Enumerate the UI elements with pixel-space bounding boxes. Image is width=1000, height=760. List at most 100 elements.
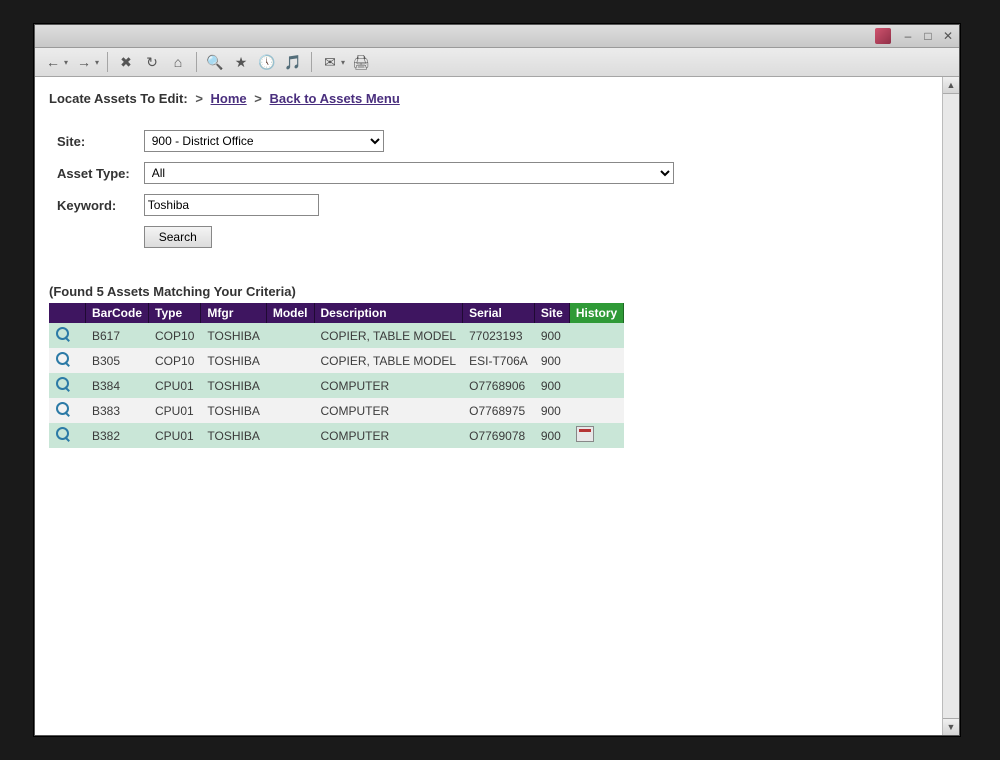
header-site: Site: [534, 303, 569, 323]
cell-site: 900: [534, 323, 569, 348]
cell-serial: O7769078: [463, 423, 535, 448]
cell-mfgr: TOSHIBA: [201, 348, 266, 373]
view-icon[interactable]: [55, 426, 71, 442]
window-controls: – □ ✕: [875, 28, 955, 44]
back-dropdown-icon[interactable]: ▾: [64, 58, 68, 67]
cell-serial: ESI-T706A: [463, 348, 535, 373]
maximize-button[interactable]: □: [921, 29, 935, 43]
table-row: B384CPU01TOSHIBA COMPUTERO7768906900: [49, 373, 624, 398]
window-titlebar: – □ ✕: [35, 25, 959, 48]
cell-mfgr: TOSHIBA: [201, 373, 266, 398]
cell-history: [569, 398, 623, 423]
cell-type: CPU01: [149, 398, 201, 423]
refresh-icon[interactable]: ↻: [140, 50, 164, 74]
cell-model: [266, 398, 314, 423]
media-icon[interactable]: 🎵: [281, 50, 305, 74]
cell-history: [569, 348, 623, 373]
toolbar-separator: [107, 52, 108, 72]
cell-model: [266, 373, 314, 398]
cell-description: COMPUTER: [314, 373, 463, 398]
toolbar-separator: [311, 52, 312, 72]
cell-history: [569, 423, 623, 448]
header-serial: Serial: [463, 303, 535, 323]
stop-icon[interactable]: ✖: [114, 50, 138, 74]
cell-mfgr: TOSHIBA: [201, 398, 266, 423]
cell-type: COP10: [149, 323, 201, 348]
header-model: Model: [266, 303, 314, 323]
view-icon[interactable]: [55, 326, 71, 342]
header-history: History: [569, 303, 623, 323]
cell-barcode: B617: [86, 323, 149, 348]
close-button[interactable]: ✕: [941, 29, 955, 43]
favorites-icon[interactable]: ★: [229, 50, 253, 74]
header-type: Type: [149, 303, 201, 323]
table-row: B305COP10TOSHIBA COPIER, TABLE MODELESI-T…: [49, 348, 624, 373]
browser-window: – □ ✕ ← ▾ → ▾ ✖ ↻ ⌂ 🔍 ★ 🕔 🎵 ✉ ▾ 🖨 ▲ ▼ Lo…: [34, 24, 960, 736]
table-row: B382CPU01TOSHIBA COMPUTERO7769078900: [49, 423, 624, 448]
search-button[interactable]: Search: [144, 226, 212, 248]
cell-history: [569, 373, 623, 398]
content-area: Locate Assets To Edit: > Home > Back to …: [35, 77, 959, 735]
results-table: BarCode Type Mfgr Model Description Seri…: [49, 303, 624, 448]
cell-serial: O7768975: [463, 398, 535, 423]
results-heading: (Found 5 Assets Matching Your Criteria): [49, 284, 945, 299]
cell-mfgr: TOSHIBA: [201, 323, 266, 348]
cell-type: CPU01: [149, 373, 201, 398]
breadcrumb: Locate Assets To Edit: > Home > Back to …: [49, 91, 945, 106]
search-icon[interactable]: 🔍: [203, 50, 227, 74]
history-icon[interactable]: [576, 426, 594, 442]
site-select[interactable]: 900 - District Office: [144, 130, 384, 152]
cell-mfgr: TOSHIBA: [201, 423, 266, 448]
back-icon[interactable]: ←: [41, 50, 65, 74]
breadcrumb-prefix: Locate Assets To Edit:: [49, 91, 188, 106]
cell-description: COMPUTER: [314, 398, 463, 423]
results-header-row: BarCode Type Mfgr Model Description Seri…: [49, 303, 624, 323]
table-row: B383CPU01TOSHIBA COMPUTERO7768975900: [49, 398, 624, 423]
forward-icon[interactable]: →: [72, 50, 96, 74]
view-icon[interactable]: [55, 376, 71, 392]
cell-type: COP10: [149, 348, 201, 373]
table-row: B617COP10TOSHIBACOPIER, TABLE MODEL77023…: [49, 323, 624, 348]
cell-serial: O7768906: [463, 373, 535, 398]
cell-site: 900: [534, 373, 569, 398]
site-label: Site:: [57, 134, 85, 149]
forward-dropdown-icon[interactable]: ▾: [95, 58, 99, 67]
cell-model: [266, 423, 314, 448]
keyword-label: Keyword:: [57, 198, 116, 213]
mail-dropdown-icon[interactable]: ▾: [341, 58, 345, 67]
home-icon[interactable]: ⌂: [166, 50, 190, 74]
cell-model: [266, 348, 314, 373]
mail-icon[interactable]: ✉: [318, 50, 342, 74]
search-form: Site: 900 - District Office Asset Type: …: [49, 124, 682, 254]
cell-barcode: B384: [86, 373, 149, 398]
breadcrumb-separator: >: [250, 91, 266, 106]
cell-site: 900: [534, 348, 569, 373]
cell-description: COMPUTER: [314, 423, 463, 448]
cell-barcode: B382: [86, 423, 149, 448]
browser-toolbar: ← ▾ → ▾ ✖ ↻ ⌂ 🔍 ★ 🕔 🎵 ✉ ▾ 🖨: [35, 48, 959, 77]
cell-barcode: B305: [86, 348, 149, 373]
cell-site: 900: [534, 423, 569, 448]
view-icon[interactable]: [55, 401, 71, 417]
header-barcode: BarCode: [86, 303, 149, 323]
cell-model: [266, 323, 314, 348]
cell-description: COPIER, TABLE MODEL: [314, 348, 463, 373]
cell-barcode: B383: [86, 398, 149, 423]
print-icon[interactable]: 🖨: [349, 50, 373, 74]
header-mfgr: Mfgr: [201, 303, 266, 323]
app-icon: [875, 28, 891, 44]
breadcrumb-separator: >: [191, 91, 207, 106]
history-icon[interactable]: 🕔: [255, 50, 279, 74]
view-icon[interactable]: [55, 351, 71, 367]
cell-site: 900: [534, 398, 569, 423]
header-corner: [49, 303, 86, 323]
breadcrumb-back-link[interactable]: Back to Assets Menu: [270, 91, 400, 106]
breadcrumb-home-link[interactable]: Home: [211, 91, 247, 106]
header-description: Description: [314, 303, 463, 323]
cell-type: CPU01: [149, 423, 201, 448]
cell-history: [569, 323, 623, 348]
minimize-button[interactable]: –: [901, 29, 915, 43]
cell-description: COPIER, TABLE MODEL: [314, 323, 463, 348]
keyword-input[interactable]: [144, 194, 319, 216]
asset-type-select[interactable]: All: [144, 162, 674, 184]
